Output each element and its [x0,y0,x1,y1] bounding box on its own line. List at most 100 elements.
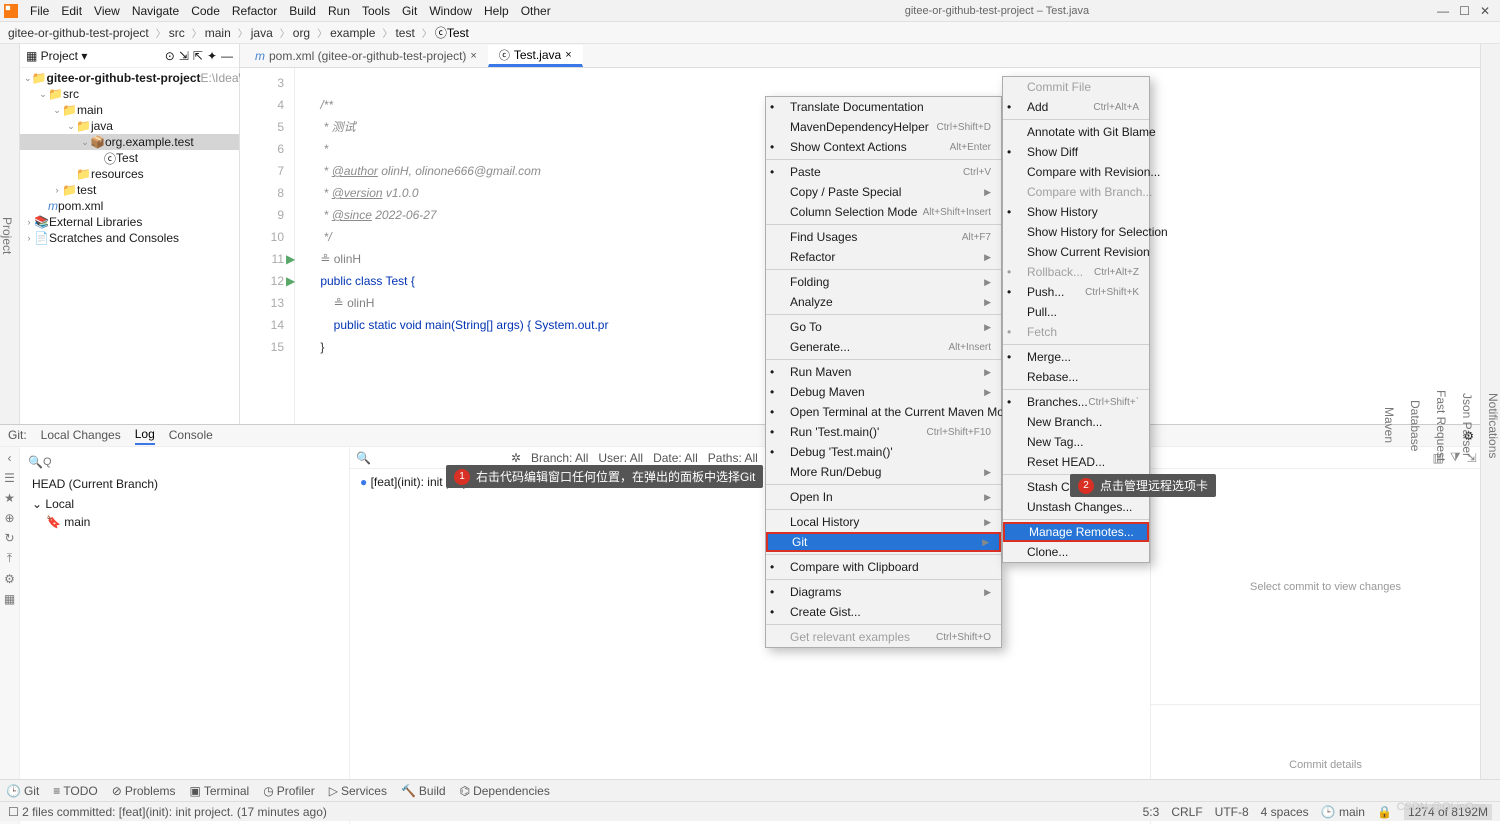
menu-item[interactable]: •PasteCtrl+V [766,162,1001,182]
bottom-git[interactable]: 🕒 Git [6,784,39,798]
bottom-todo[interactable]: ≡ TODO [53,784,97,798]
run-gutter-icon[interactable]: ▶ [286,270,295,292]
git-tab-console[interactable]: Console [169,428,213,444]
git-left-toolbar[interactable]: ‹☰★⊕↻⤒⚙▦ [0,447,20,824]
menu-item[interactable]: •Show Diff [1003,142,1149,162]
menu-item[interactable]: Unstash Changes... [1003,497,1149,517]
code-content[interactable]: /** * 测试 * * @author olinH, olinone666@g… [295,68,608,424]
status-pos[interactable]: 5:3 [1143,805,1160,819]
menu-run[interactable]: Run [322,2,356,20]
menu-item[interactable]: •Create Gist... [766,602,1001,622]
menu-item[interactable]: Manage Remotes... [1003,522,1149,542]
menu-item[interactable]: •Compare with Clipboard [766,557,1001,577]
log-search-input[interactable] [381,451,501,465]
menu-help[interactable]: Help [478,2,515,20]
status-crlf[interactable]: CRLF [1171,805,1202,819]
menu-item[interactable]: Column Selection ModeAlt+Shift+Insert [766,202,1001,222]
left-tool-project[interactable]: Project [0,48,14,424]
menu-code[interactable]: Code [185,2,226,20]
bottom-services[interactable]: ▷ Services [329,784,387,798]
menu-item[interactable]: •Run 'Test.main()'Ctrl+Shift+F10 [766,422,1001,442]
menu-item[interactable]: •Merge... [1003,347,1149,367]
filter-icon[interactable]: ⧩ [1450,450,1461,465]
status-enc[interactable]: UTF-8 [1215,805,1249,819]
menu-item[interactable]: •Show History [1003,202,1149,222]
crumb-test[interactable]: test [395,26,414,40]
menu-item[interactable]: •Run Maven▶ [766,362,1001,382]
menu-item[interactable]: •Debug Maven▶ [766,382,1001,402]
crumb-org[interactable]: org [293,26,310,40]
menu-build[interactable]: Build [283,2,322,20]
menu-item[interactable]: •Translate Documentation [766,97,1001,117]
branch-main[interactable]: 🔖 main [24,513,345,531]
git-branch-tree[interactable]: 🔍 HEAD (Current Branch) ⌄ Local 🔖 main [20,447,350,824]
tab-pom[interactable]: m pom.xml (gitee-or-github-test-project)… [244,45,488,67]
project-tree[interactable]: ⌄📁 gitee-or-github-test-project E:\IdeaW… [20,68,239,248]
menu-other[interactable]: Other [515,2,557,20]
tab-test-java[interactable]: ⓒ Test.java × [488,45,583,67]
menu-file[interactable]: File [24,2,55,20]
crumb-project[interactable]: gitee-or-github-test-project [8,26,149,40]
menu-item[interactable]: •Branches...Ctrl+Shift+` [1003,392,1149,412]
menu-item[interactable]: Annotate with Git Blame [1003,122,1149,142]
menu-item[interactable]: Open In▶ [766,487,1001,507]
menu-item[interactable]: Folding▶ [766,272,1001,292]
right-tool-strip[interactable]: Notifications Json Parser Fast Request D… [1480,44,1500,799]
crumb-class[interactable]: ⓒ Test [435,24,469,41]
collapse-all-icon[interactable]: ⇱ [193,49,203,63]
hide-icon[interactable]: — [221,49,233,63]
menu-navigate[interactable]: Navigate [126,2,185,20]
editor-context-menu[interactable]: •Translate DocumentationMavenDependencyH… [765,96,1002,648]
bottom-build[interactable]: 🔨 Build [401,784,446,798]
run-gutter-icon[interactable]: ▶ [286,248,295,270]
crumb-main[interactable]: main [205,26,231,40]
git-tab-local[interactable]: Local Changes [41,428,121,444]
menu-refactor[interactable]: Refactor [226,2,283,20]
menu-item[interactable]: Find UsagesAlt+F7 [766,227,1001,247]
minimize-icon[interactable]: — [1437,4,1449,18]
filter-date[interactable]: Date: All [653,451,698,465]
menu-item[interactable]: Show Current Revision [1003,242,1149,262]
menu-item[interactable]: Go To▶ [766,317,1001,337]
menu-item[interactable]: Reset HEAD... [1003,452,1149,472]
gear-icon[interactable]: ✲ [511,451,521,465]
filter-branch[interactable]: Branch: All [531,451,588,465]
git-tab-log[interactable]: Log [135,427,155,445]
bottom-terminal[interactable]: ▣ Terminal [190,784,250,798]
expand-all-icon[interactable]: ⇲ [179,49,189,63]
menu-item[interactable]: Compare with Revision... [1003,162,1149,182]
menu-item[interactable]: •AddCtrl+Alt+A [1003,97,1149,117]
menu-tools[interactable]: Tools [356,2,396,20]
menu-item[interactable]: Analyze▶ [766,292,1001,312]
menu-item[interactable]: Local History▶ [766,512,1001,532]
menu-item[interactable]: Refactor▶ [766,247,1001,267]
maximize-icon[interactable]: ☐ [1459,4,1470,18]
crumb-example[interactable]: example [330,26,375,40]
crumb-src[interactable]: src [169,26,185,40]
menu-item[interactable]: Generate...Alt+Insert [766,337,1001,357]
menu-item[interactable]: More Run/Debug▶ [766,462,1001,482]
menu-item[interactable]: New Branch... [1003,412,1149,432]
bottom-deps[interactable]: ⌬ Dependencies [460,784,550,798]
menu-item[interactable]: •Show Context ActionsAlt+Enter [766,137,1001,157]
menu-item[interactable]: •Debug 'Test.main()' [766,442,1001,462]
status-branch[interactable]: 🕒 main [1321,805,1365,819]
menu-edit[interactable]: Edit [55,2,88,20]
filter-paths[interactable]: Paths: All [708,451,758,465]
status-lock-icon[interactable]: 🔒 [1377,805,1392,819]
head-label[interactable]: HEAD (Current Branch) [32,477,158,491]
branch-search-input[interactable] [43,456,341,468]
crumb-java[interactable]: java [251,26,273,40]
tree-node-package[interactable]: ⌄📦 org.example.test [20,134,239,150]
menu-item[interactable]: Pull... [1003,302,1149,322]
menu-item[interactable]: Copy / Paste Special▶ [766,182,1001,202]
menu-item[interactable]: •Open Terminal at the Current Maven Modu… [766,402,1001,422]
gear-icon[interactable]: ✦ [207,49,217,63]
menu-window[interactable]: Window [423,2,478,20]
tree-node-test-class[interactable]: ⓒ Test [20,150,239,166]
menu-item[interactable]: Show History for Selection [1003,222,1149,242]
menu-view[interactable]: View [88,2,126,20]
menu-item[interactable]: New Tag... [1003,432,1149,452]
menu-item[interactable]: Clone... [1003,542,1149,562]
menu-item[interactable]: Rebase... [1003,367,1149,387]
